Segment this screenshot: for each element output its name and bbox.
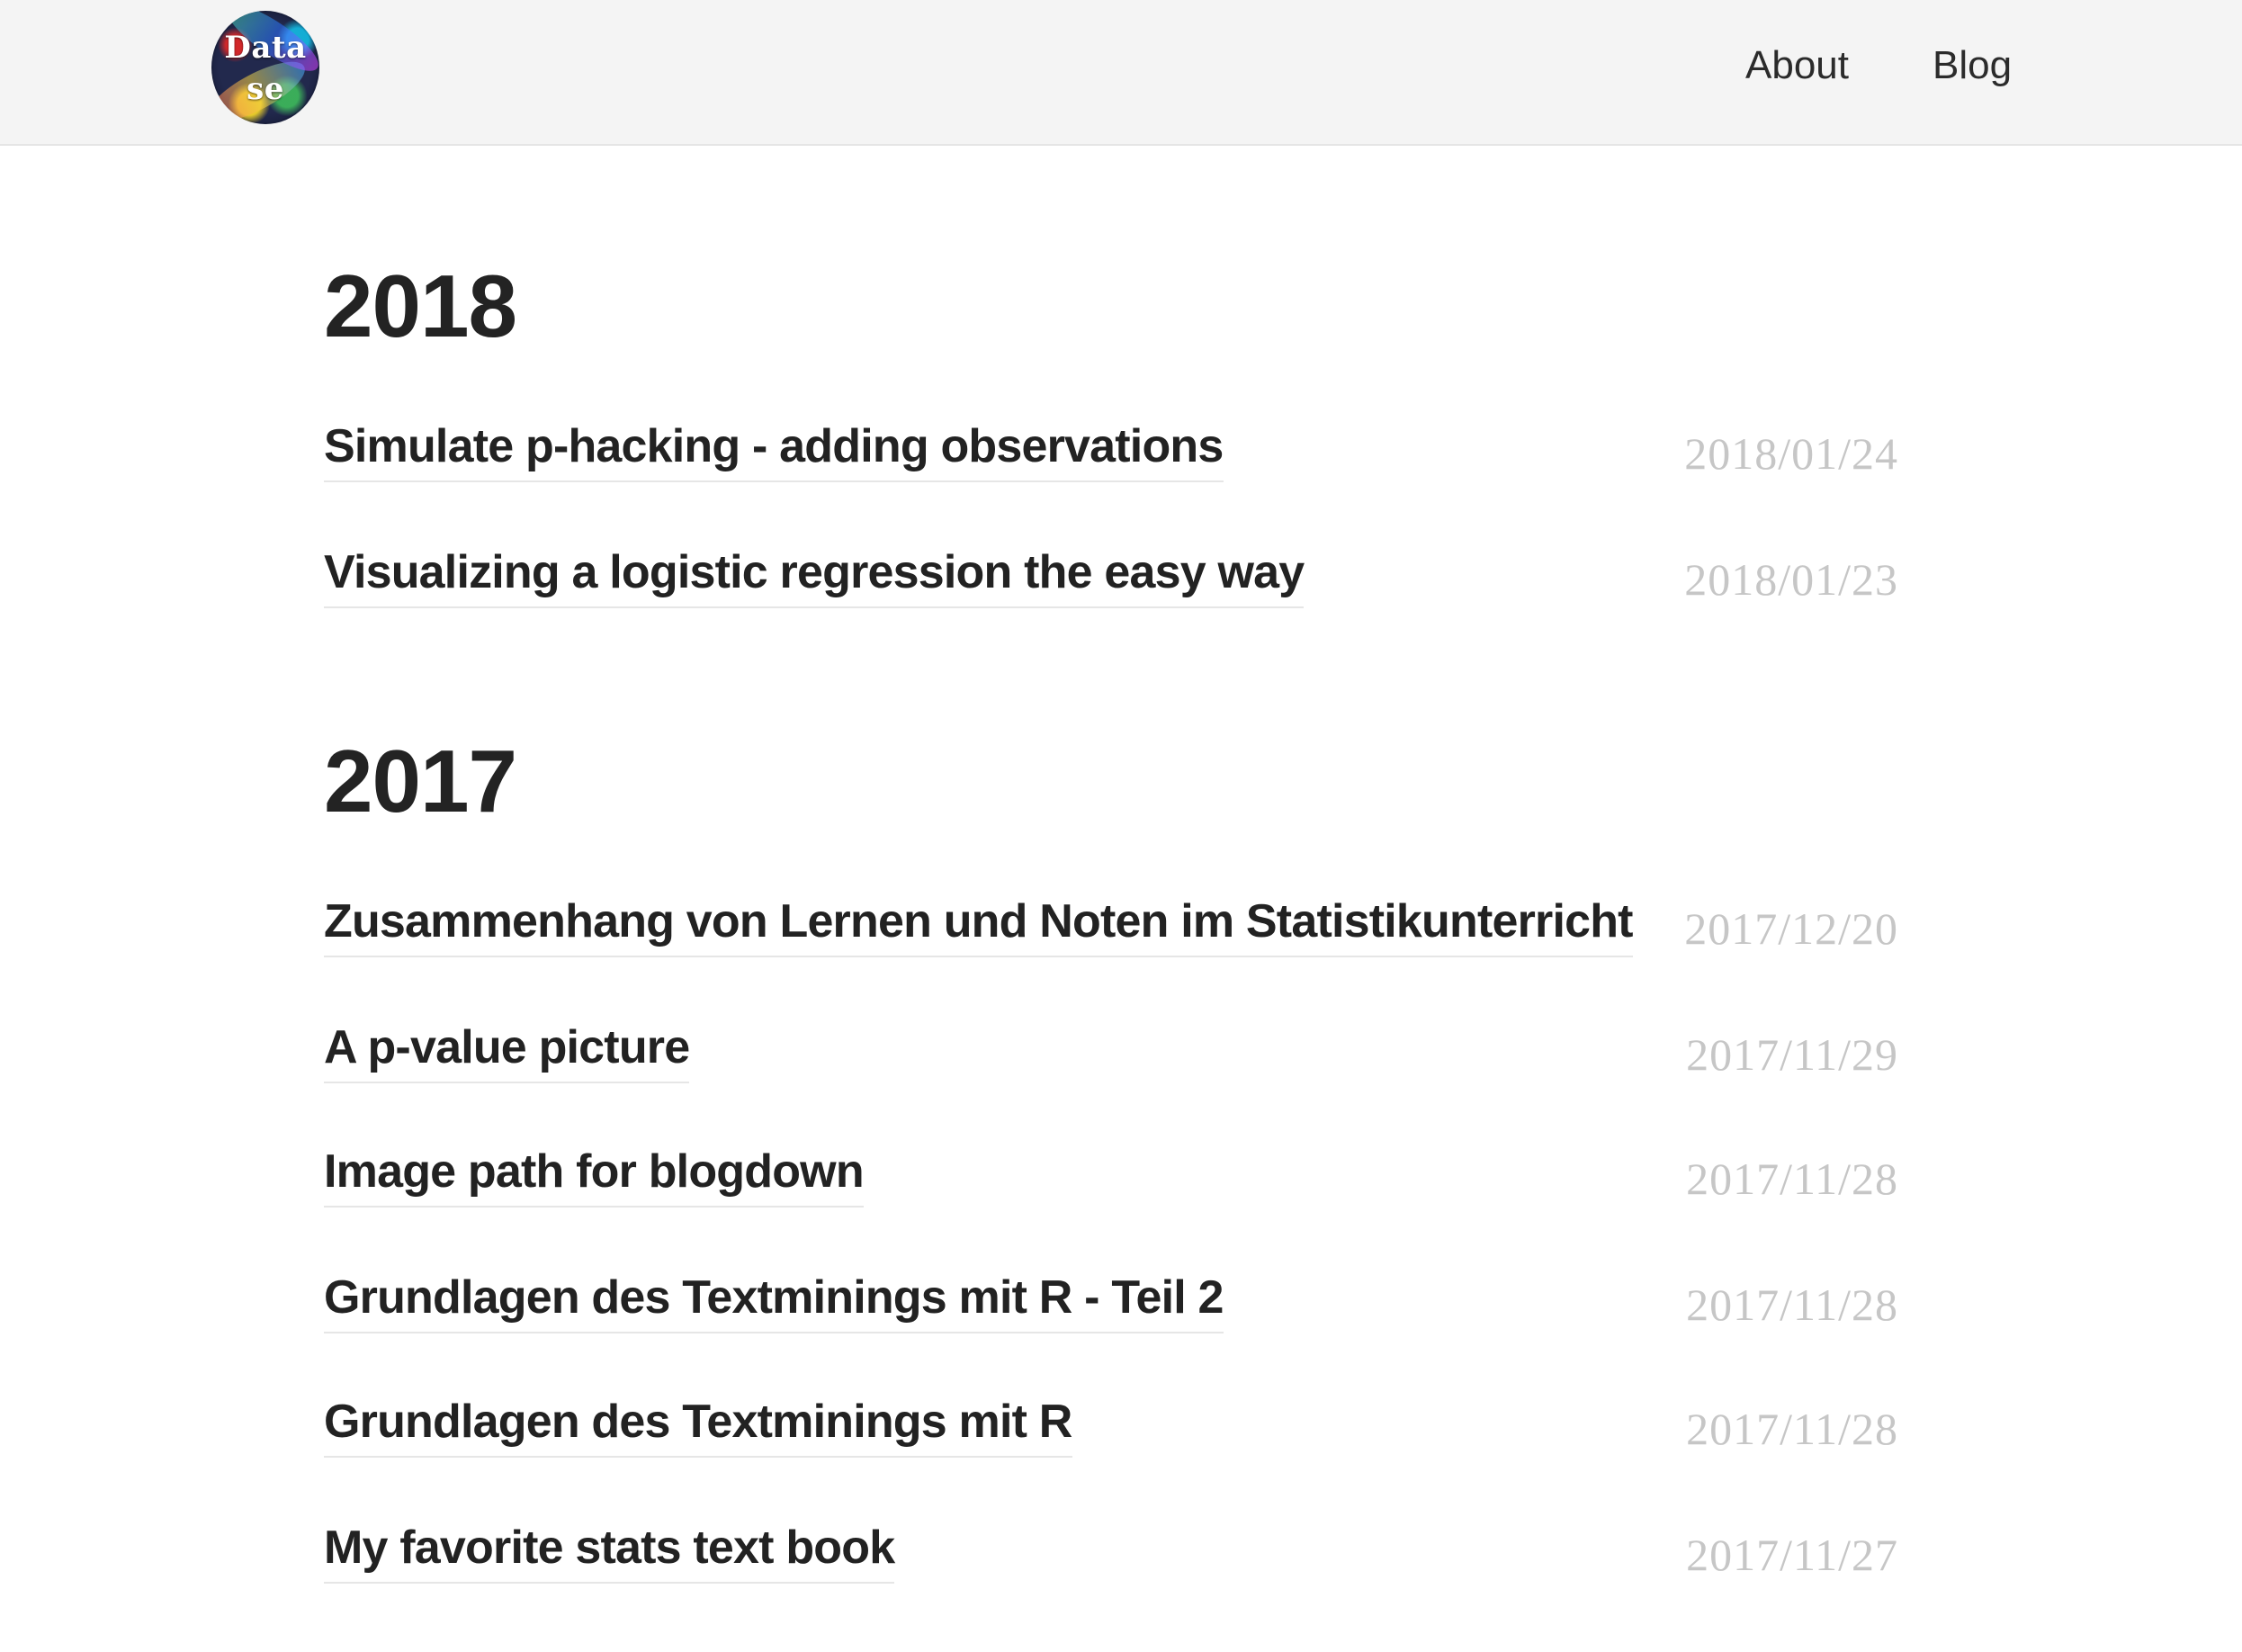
year-section-2018: 2018 Simulate p-hacking - adding observa… xyxy=(324,252,1898,608)
post-title-link[interactable]: Zusammenhang von Lernen und Noten im Sta… xyxy=(324,889,1634,957)
logo-text: Data se xyxy=(211,27,319,110)
post-title-link[interactable]: Image path for blogdown xyxy=(324,1139,865,1208)
post-row: A p-value picture 2017/11/29 xyxy=(324,1015,1898,1089)
post-title-link[interactable]: Visualizing a logistic regression the ea… xyxy=(324,540,1305,608)
year-section-2017: 2017 Zusammenhang von Lernen und Noten i… xyxy=(324,727,1898,1584)
post-title-link[interactable]: Grundlagen des Textminings mit R xyxy=(324,1389,1072,1458)
post-date: 2017/11/29 xyxy=(1686,1029,1898,1080)
post-title-link[interactable]: Grundlagen des Textminings mit R - Teil … xyxy=(324,1265,1224,1333)
post-date: 2018/01/24 xyxy=(1684,428,1898,479)
post-row: Simulate p-hacking - adding observations… xyxy=(324,414,1898,488)
year-heading: 2017 xyxy=(324,732,517,830)
blog-link[interactable]: Blog xyxy=(1933,34,2012,97)
main-navigation: About Blog xyxy=(0,34,2242,97)
post-date: 2017/11/28 xyxy=(1686,1404,1898,1454)
post-row: Visualizing a logistic regression the ea… xyxy=(324,540,1898,614)
top-navigation-bar: Data se About Blog xyxy=(0,0,2242,146)
site-logo[interactable]: Data se xyxy=(211,11,319,124)
post-title-link[interactable]: Simulate p-hacking - adding observations xyxy=(324,414,1224,482)
post-row: Image path for blogdown 2017/11/28 xyxy=(324,1139,1898,1213)
post-row: My favorite stats text book 2017/11/27 xyxy=(324,1515,1898,1589)
logo-text-line-1: Data xyxy=(224,30,307,66)
post-date: 2017/11/27 xyxy=(1686,1530,1898,1580)
post-date: 2018/01/23 xyxy=(1684,554,1898,605)
post-row: Grundlagen des Textminings mit R - Teil … xyxy=(324,1265,1898,1339)
post-date: 2017/11/28 xyxy=(1686,1279,1898,1330)
post-row: Grundlagen des Textminings mit R 2017/11… xyxy=(324,1389,1898,1463)
post-date: 2017/12/20 xyxy=(1684,903,1898,954)
post-title-link[interactable]: A p-value picture xyxy=(324,1015,690,1083)
about-link[interactable]: About xyxy=(1745,34,1849,97)
post-title-link[interactable]: My favorite stats text book xyxy=(324,1515,895,1584)
post-row: Zusammenhang von Lernen und Noten im Sta… xyxy=(324,889,1898,963)
logo-text-line-2: se xyxy=(247,71,284,107)
post-date: 2017/11/28 xyxy=(1686,1154,1898,1204)
year-heading: 2018 xyxy=(324,256,517,355)
